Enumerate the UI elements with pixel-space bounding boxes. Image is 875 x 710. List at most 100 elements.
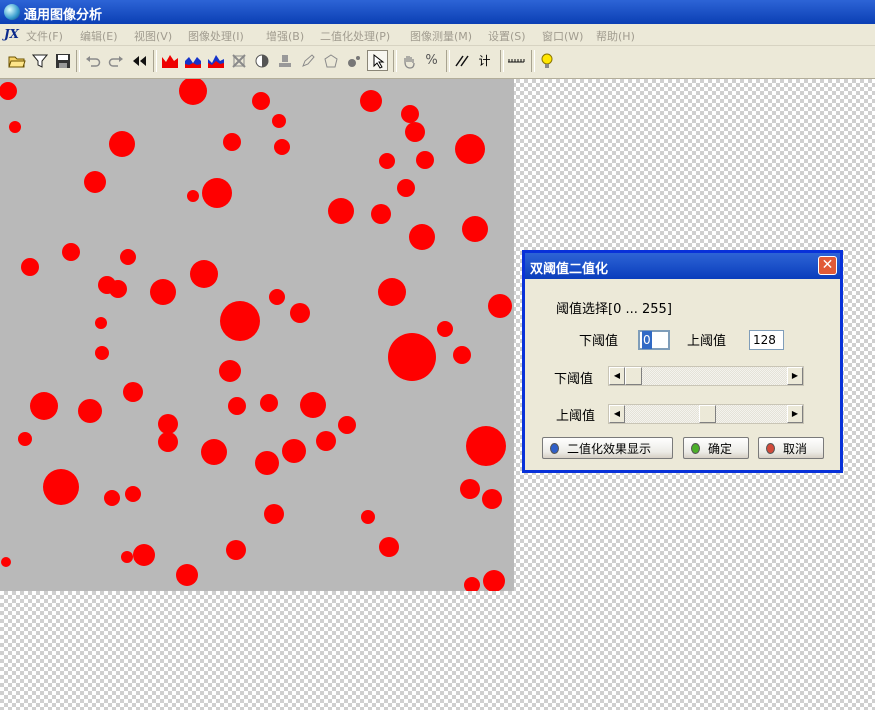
title-bar: 通用图像分析: [0, 0, 875, 24]
dual-threshold-dialog: 双阈值二值化 ✕ 阈值选择[0 ... 255] 下阈值 0 上阈值 128 下…: [522, 250, 843, 473]
toolbar-separator: [153, 50, 157, 72]
menu-image-processing[interactable]: 图像处理(I): [188, 28, 244, 44]
menu-help[interactable]: 帮助(H): [596, 28, 635, 44]
particle: [78, 399, 102, 423]
menu-enhance[interactable]: 增强(B): [266, 28, 304, 44]
upper-threshold-input[interactable]: 128: [749, 330, 784, 350]
particle: [220, 301, 260, 341]
menu-settings[interactable]: 设置(S): [488, 28, 526, 44]
particle: [158, 414, 178, 434]
menu-binarization[interactable]: 二值化处理(P): [320, 28, 390, 44]
particle: [1, 557, 11, 567]
particle: [274, 139, 290, 155]
redo-icon[interactable]: [105, 50, 126, 71]
histogram-red-icon[interactable]: [159, 50, 180, 71]
menu-file[interactable]: 文件(F): [26, 28, 63, 44]
particle: [30, 392, 58, 420]
menu-view[interactable]: 视图(V): [134, 28, 172, 44]
upper-threshold-label: 上阈值: [687, 334, 727, 349]
particle: [416, 151, 434, 169]
particle: [338, 416, 356, 434]
particle: [378, 278, 406, 306]
particle: [269, 289, 285, 305]
hand-icon[interactable]: [398, 50, 419, 71]
particle: [483, 570, 505, 591]
contrast-icon[interactable]: [251, 50, 272, 71]
save-icon[interactable]: [52, 50, 73, 71]
app-globe-icon: [4, 4, 20, 20]
particle: [482, 489, 502, 509]
particle: [405, 122, 425, 142]
particle: [455, 134, 485, 164]
particle: [123, 382, 143, 402]
pointer-icon[interactable]: [367, 50, 388, 71]
scroll-right-button[interactable]: ▶: [787, 405, 803, 423]
scroll-left-button[interactable]: ◀: [609, 405, 625, 423]
percent-label: %: [425, 53, 438, 68]
particle: [388, 333, 436, 381]
particle: [361, 510, 375, 524]
particle: [260, 394, 278, 412]
particle: [300, 392, 326, 418]
open-folder-icon[interactable]: [6, 50, 27, 71]
rewind-icon[interactable]: [128, 50, 149, 71]
close-button[interactable]: ✕: [818, 256, 837, 275]
count-icon[interactable]: 计: [474, 50, 495, 71]
particle: [21, 258, 39, 276]
particle: [95, 317, 107, 329]
toolbar-separator: [76, 50, 80, 72]
undo-icon[interactable]: [82, 50, 103, 71]
toolbar-separator: [500, 50, 504, 72]
menu-measurement[interactable]: 图像测量(M): [410, 28, 472, 44]
line-icon[interactable]: [451, 50, 472, 71]
particle: [219, 360, 241, 382]
particle: [360, 90, 382, 112]
green-led-icon: [691, 442, 700, 454]
crop-icon[interactable]: [228, 50, 249, 71]
particle: [316, 431, 336, 451]
lower-slider-thumb[interactable]: [625, 367, 642, 385]
image-canvas[interactable]: [0, 79, 514, 591]
particle: [401, 105, 419, 123]
filter-icon[interactable]: [29, 50, 50, 71]
histogram-mixed-icon[interactable]: [205, 50, 226, 71]
menu-edit[interactable]: 编辑(E): [80, 28, 118, 44]
app-logo: JX: [4, 27, 19, 41]
dialog-title-bar: 双阈值二值化 ✕: [525, 253, 840, 279]
menu-window[interactable]: 窗口(W): [542, 28, 583, 44]
lower-threshold-input[interactable]: 0: [638, 330, 670, 350]
ok-button[interactable]: 确定: [683, 437, 749, 459]
particle: [466, 426, 506, 466]
ruler-icon[interactable]: [505, 50, 526, 71]
scroll-left-button[interactable]: ◀: [609, 367, 625, 385]
particle: [462, 216, 488, 242]
upper-threshold-slider[interactable]: ◀ ▶: [608, 404, 804, 424]
particle: [133, 544, 155, 566]
percent-icon[interactable]: %: [421, 50, 442, 71]
particle: [371, 204, 391, 224]
dialog-title: 双阈值二值化: [530, 262, 609, 277]
preview-button[interactable]: 二值化效果显示: [542, 437, 673, 459]
cancel-button[interactable]: 取消: [758, 437, 824, 459]
red-led-icon: [766, 442, 775, 454]
particle: [125, 486, 141, 502]
particle: [226, 540, 246, 560]
lightbulb-icon[interactable]: [536, 50, 557, 71]
particle: [379, 153, 395, 169]
particle: [255, 451, 279, 475]
stamp-icon[interactable]: [274, 50, 295, 71]
particle: [223, 133, 241, 151]
particle: [121, 551, 133, 563]
polygon-icon[interactable]: [320, 50, 341, 71]
particle: [437, 321, 453, 337]
fill-icon[interactable]: [343, 50, 364, 71]
particle: [95, 346, 109, 360]
particle: [104, 490, 120, 506]
blue-led-icon: [550, 442, 559, 454]
scroll-right-button[interactable]: ▶: [787, 367, 803, 385]
histogram-blue-icon[interactable]: [182, 50, 203, 71]
upper-slider-thumb[interactable]: [699, 405, 716, 423]
lower-threshold-slider[interactable]: ◀ ▶: [608, 366, 804, 386]
particle: [109, 131, 135, 157]
pen-icon[interactable]: [297, 50, 318, 71]
